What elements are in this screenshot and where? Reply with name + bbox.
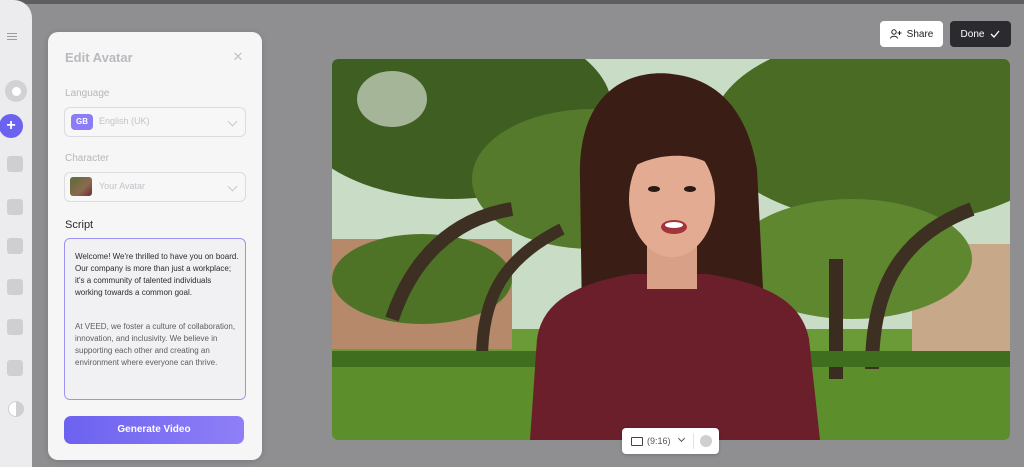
done-button[interactable]: Done: [950, 21, 1011, 47]
aspect-ratio-icon: [631, 437, 643, 446]
record-icon[interactable]: [5, 80, 27, 102]
menu-icon[interactable]: [7, 33, 17, 40]
share-label: Share: [906, 28, 934, 40]
language-value: English (UK): [99, 116, 150, 126]
chevron-down-icon: [227, 181, 238, 192]
add-user-icon: [889, 29, 902, 39]
avatar-thumbnail: [70, 177, 92, 196]
add-icon[interactable]: +: [0, 114, 23, 138]
script-paragraph-2: At VEED, we foster a culture of collabor…: [75, 322, 236, 367]
window-top-bar: [0, 0, 1024, 4]
music-icon[interactable]: [7, 156, 23, 172]
language-badge: GB: [71, 114, 93, 130]
aspect-ratio-value: (9:16): [647, 436, 671, 446]
left-sidebar: +: [0, 0, 32, 467]
chevron-down-icon: [677, 434, 686, 443]
filter-icon[interactable]: [5, 398, 27, 420]
record-video-icon[interactable]: [7, 319, 23, 335]
share-button[interactable]: Share: [880, 21, 943, 47]
aspect-ratio-control[interactable]: (9:16): [622, 428, 719, 454]
background-color-icon[interactable]: [700, 435, 712, 447]
character-value: Your Avatar: [99, 181, 146, 191]
character-label: Character: [65, 153, 109, 164]
subtitles-icon[interactable]: [7, 199, 23, 215]
edit-avatar-panel: Edit Avatar ✕ Language GB English (UK) C…: [48, 32, 262, 460]
generate-video-button[interactable]: Generate Video: [64, 416, 244, 444]
text-icon[interactable]: [7, 238, 23, 254]
character-select[interactable]: Your Avatar: [64, 172, 246, 202]
avatar-video-frame: [332, 59, 1010, 440]
check-icon: [990, 30, 1000, 38]
elements-icon[interactable]: [7, 279, 23, 295]
script-paragraph-1: Welcome! We're thrilled to have you on b…: [75, 252, 239, 297]
script-label: Script: [65, 219, 94, 231]
language-label: Language: [65, 88, 110, 99]
player-icon[interactable]: [7, 360, 23, 376]
divider: [693, 433, 694, 449]
close-icon[interactable]: ✕: [232, 50, 244, 63]
video-preview[interactable]: [332, 59, 1010, 440]
chevron-down-icon: [227, 116, 238, 127]
language-select[interactable]: GB English (UK): [64, 107, 246, 137]
done-label: Done: [960, 28, 985, 40]
script-textarea[interactable]: Welcome! We're thrilled to have you on b…: [64, 238, 246, 400]
panel-title: Edit Avatar: [65, 50, 133, 65]
